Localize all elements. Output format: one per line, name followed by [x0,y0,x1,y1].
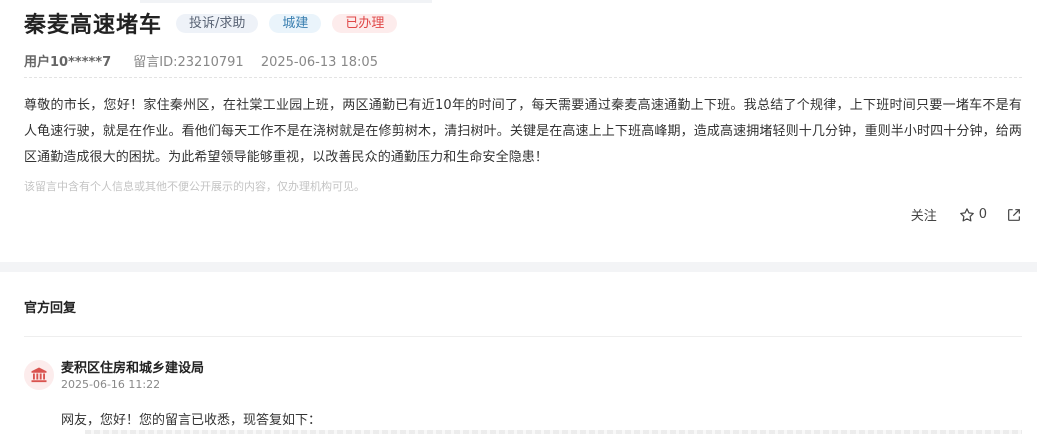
author-name: 用户10*****7 [24,55,112,70]
area-tag: 城建 [269,13,322,33]
title-row: 秦麦高速堵车 投诉/求助 城建 已办理 [24,9,408,38]
reply-department: 麦积区住房和城乡建设局 [61,361,205,376]
reply-datetime: 2025-06-16 11:22 [61,378,161,391]
reply-content: 网友，您好！您的留言已收悉，现答复如下： [61,413,322,428]
share-icon [1008,208,1020,221]
department-avatar [24,360,54,390]
top-decoration-strip [140,0,432,3]
official-reply-heading: 官方回复 [24,301,77,316]
like-button[interactable]: 0 [959,207,987,223]
status-badge: 已办理 [332,13,398,33]
meta-divider [24,77,1022,78]
like-count: 0 [978,207,987,222]
post-meta: 用户10*****7 留言ID:23210791 2025-06-13 18:0… [24,51,378,70]
post-content: 尊敬的市长，您好！家住秦州区，在社棠工业园上班，两区通勤已有近10年的时间了，每… [24,98,1022,165]
post-actions: 关注 0 [911,205,1022,224]
category-tag: 投诉/求助 [176,13,259,33]
privacy-notice: 该留言中含有个人信息或其他不便公开展示的内容，仅办理机构可见。 [24,180,365,193]
section-separator [0,262,1037,272]
follow-button[interactable]: 关注 [911,205,937,224]
star-icon [959,207,974,221]
message-id: 留言ID:23210791 [133,55,244,70]
government-building-icon [31,367,47,383]
reply-divider [24,336,1022,337]
post-title: 秦麦高速堵车 [24,13,163,38]
post-datetime: 2025-06-13 18:05 [260,55,378,70]
reply-continuation [85,430,1022,434]
share-button[interactable] [1006,207,1022,223]
